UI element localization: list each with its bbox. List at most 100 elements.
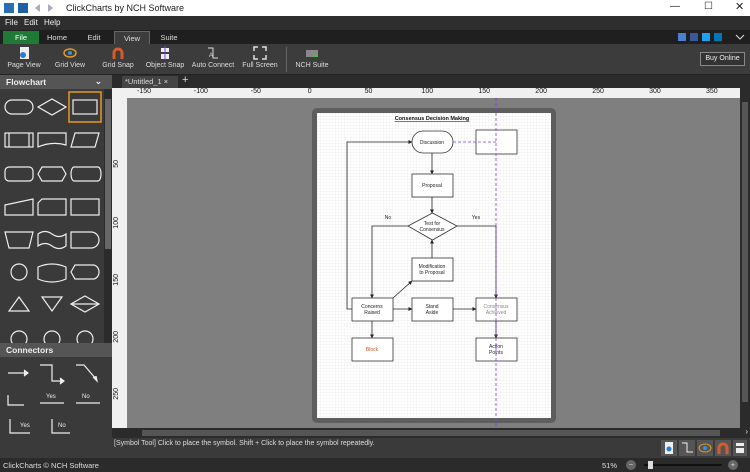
empty-node[interactable] xyxy=(475,129,518,155)
grid-view-button[interactable]: Grid View xyxy=(46,46,94,69)
terminator-shape xyxy=(4,99,34,115)
ribbon-toolbar: Page View Grid View Grid Snap Object Sna… xyxy=(0,44,750,75)
curved-connector xyxy=(76,364,97,380)
stored-data-shape xyxy=(70,166,102,182)
ruler-x-label: 200 xyxy=(535,88,547,95)
ruler-x-label: 100 xyxy=(421,88,434,95)
ruler-y-label: 250 xyxy=(113,388,120,400)
selection-box xyxy=(68,91,102,123)
close-button[interactable]: ✕ xyxy=(735,0,744,13)
tab-file[interactable]: File xyxy=(3,31,39,44)
or-shape xyxy=(43,330,61,343)
manual-operation-shape xyxy=(4,231,34,249)
tab-edit[interactable]: Edit xyxy=(76,31,112,44)
doc-tab-untitled[interactable]: *Untitled_1 × xyxy=(122,76,178,88)
horizontal-scrollbar[interactable]: › xyxy=(112,427,750,438)
page-view-button[interactable]: Page View xyxy=(0,46,48,69)
zoom-out-button[interactable]: − xyxy=(626,460,636,470)
conn-label: Yes xyxy=(20,423,30,429)
new-tab-button[interactable]: + xyxy=(182,74,188,86)
full-screen-button[interactable]: Full Screen xyxy=(236,46,284,69)
menu-file[interactable]: File xyxy=(5,18,18,27)
ruler-x-label: 250 xyxy=(592,88,604,95)
close-tab-icon[interactable]: × xyxy=(164,77,168,86)
process-shape xyxy=(72,99,98,115)
ruler-x-label: 300 xyxy=(649,88,661,95)
preparation-shape xyxy=(37,166,67,182)
tape-shape xyxy=(37,263,67,283)
diagram-title: Consensus Decision Making xyxy=(395,116,470,122)
conn-label: No xyxy=(58,423,66,429)
buy-online-button[interactable]: Buy Online xyxy=(700,52,745,66)
tab-home[interactable]: Home xyxy=(40,31,74,44)
zoom-slider[interactable] xyxy=(644,461,722,469)
object-snap-icon xyxy=(161,46,169,60)
connector-shapes[interactable]: Yes No Yes No xyxy=(0,357,112,438)
ruler-x-label: -50 xyxy=(250,88,261,95)
scroll-right-icon[interactable]: › xyxy=(745,427,748,436)
node-label: Discussion xyxy=(420,140,444,146)
data-shape xyxy=(70,132,100,148)
connector-icon: A xyxy=(208,47,218,59)
tab-suite[interactable]: Suite xyxy=(152,31,186,44)
elbow-down-connector xyxy=(7,395,24,406)
menu-edit[interactable]: Edit xyxy=(24,18,38,27)
ruler-x-label: -150 xyxy=(137,88,152,95)
node-label: Raised xyxy=(364,310,380,316)
zoom-level[interactable]: 51% xyxy=(602,461,617,470)
tab-view[interactable]: View xyxy=(114,31,150,44)
panel-scrollbar[interactable] xyxy=(104,89,112,343)
sort-shape xyxy=(69,295,101,313)
summing-junction-shape xyxy=(10,330,28,343)
drawing-canvas[interactable]: Consensus Decision Making Discussion Pro… xyxy=(127,98,740,428)
document-tabs: *Untitled_1 × + xyxy=(112,74,750,88)
vertical-scrollbar[interactable] xyxy=(740,88,750,428)
page-view-icon xyxy=(20,47,29,59)
flowchart-header[interactable]: Flowchart ⌄ xyxy=(0,75,112,89)
ruler-y-label: 100 xyxy=(113,217,120,229)
delay-shape xyxy=(70,231,100,249)
grid-snap-button[interactable]: Grid Snap xyxy=(94,46,142,69)
status-text: [Symbol Tool] Click to place the symbol.… xyxy=(114,440,375,447)
zoom-in-button[interactable]: + xyxy=(728,460,738,470)
footer-text: ClickCharts © NCH Software xyxy=(3,461,99,470)
status-toggle-icons[interactable] xyxy=(660,439,748,457)
connectors-header[interactable]: Connectors xyxy=(0,343,112,357)
decision-shape xyxy=(36,98,68,116)
ruler-horizontal: -150 -100 -50 0 50 100 150 200 250 300 350 xyxy=(127,88,740,98)
maximize-button[interactable]: ☐ xyxy=(704,1,713,12)
flowchart-shapes[interactable] xyxy=(0,89,104,343)
punched-tape-shape xyxy=(37,230,67,250)
status-bar: [Symbol Tool] Click to place the symbol.… xyxy=(112,438,750,458)
shapes-panel: Flowchart ⌄ Connectors Yes No Yes No xyxy=(0,75,112,438)
collate-shape xyxy=(76,330,94,343)
manual-input-shape xyxy=(4,198,34,216)
node-label: Block xyxy=(366,347,379,353)
alternate-process-shape xyxy=(4,166,34,182)
nch-suite-button[interactable]: NCH Suite xyxy=(288,46,336,69)
chevron-down-icon[interactable]: ⌄ xyxy=(95,76,102,87)
edge-label-no: No xyxy=(385,215,392,221)
window-title: ClickCharts by NCH Software xyxy=(66,3,185,13)
auto-connect-button[interactable]: A Auto Connect xyxy=(189,46,237,69)
ruler-y-label: 150 xyxy=(113,274,120,286)
menu-help[interactable]: Help xyxy=(44,18,60,27)
quick-access-icons[interactable] xyxy=(3,2,59,14)
ribbon-tabs: File Home Edit View Suite xyxy=(0,30,750,44)
ruler-x-label: 0 xyxy=(307,88,312,95)
diagram[interactable]: Consensus Decision Making Discussion Pro… xyxy=(127,98,740,428)
ruler-x-label: -100 xyxy=(193,88,208,95)
social-icons[interactable] xyxy=(678,32,748,42)
ruler-y-label: 50 xyxy=(113,160,120,168)
extract-shape xyxy=(7,295,31,312)
zoom-slider-thumb[interactable] xyxy=(647,461,653,469)
ruler-vertical: 50 100 150 200 250 xyxy=(112,88,127,428)
merge-shape xyxy=(40,296,64,313)
conn-label: Yes xyxy=(46,394,56,400)
node-label: Proposal xyxy=(422,183,442,189)
minimize-button[interactable]: — xyxy=(670,1,680,12)
ruler-x-label: 150 xyxy=(478,88,491,95)
fullscreen-icon xyxy=(253,46,267,60)
object-snap-button[interactable]: Object Snap xyxy=(141,46,189,69)
ruler-x-label: 50 xyxy=(364,88,373,95)
